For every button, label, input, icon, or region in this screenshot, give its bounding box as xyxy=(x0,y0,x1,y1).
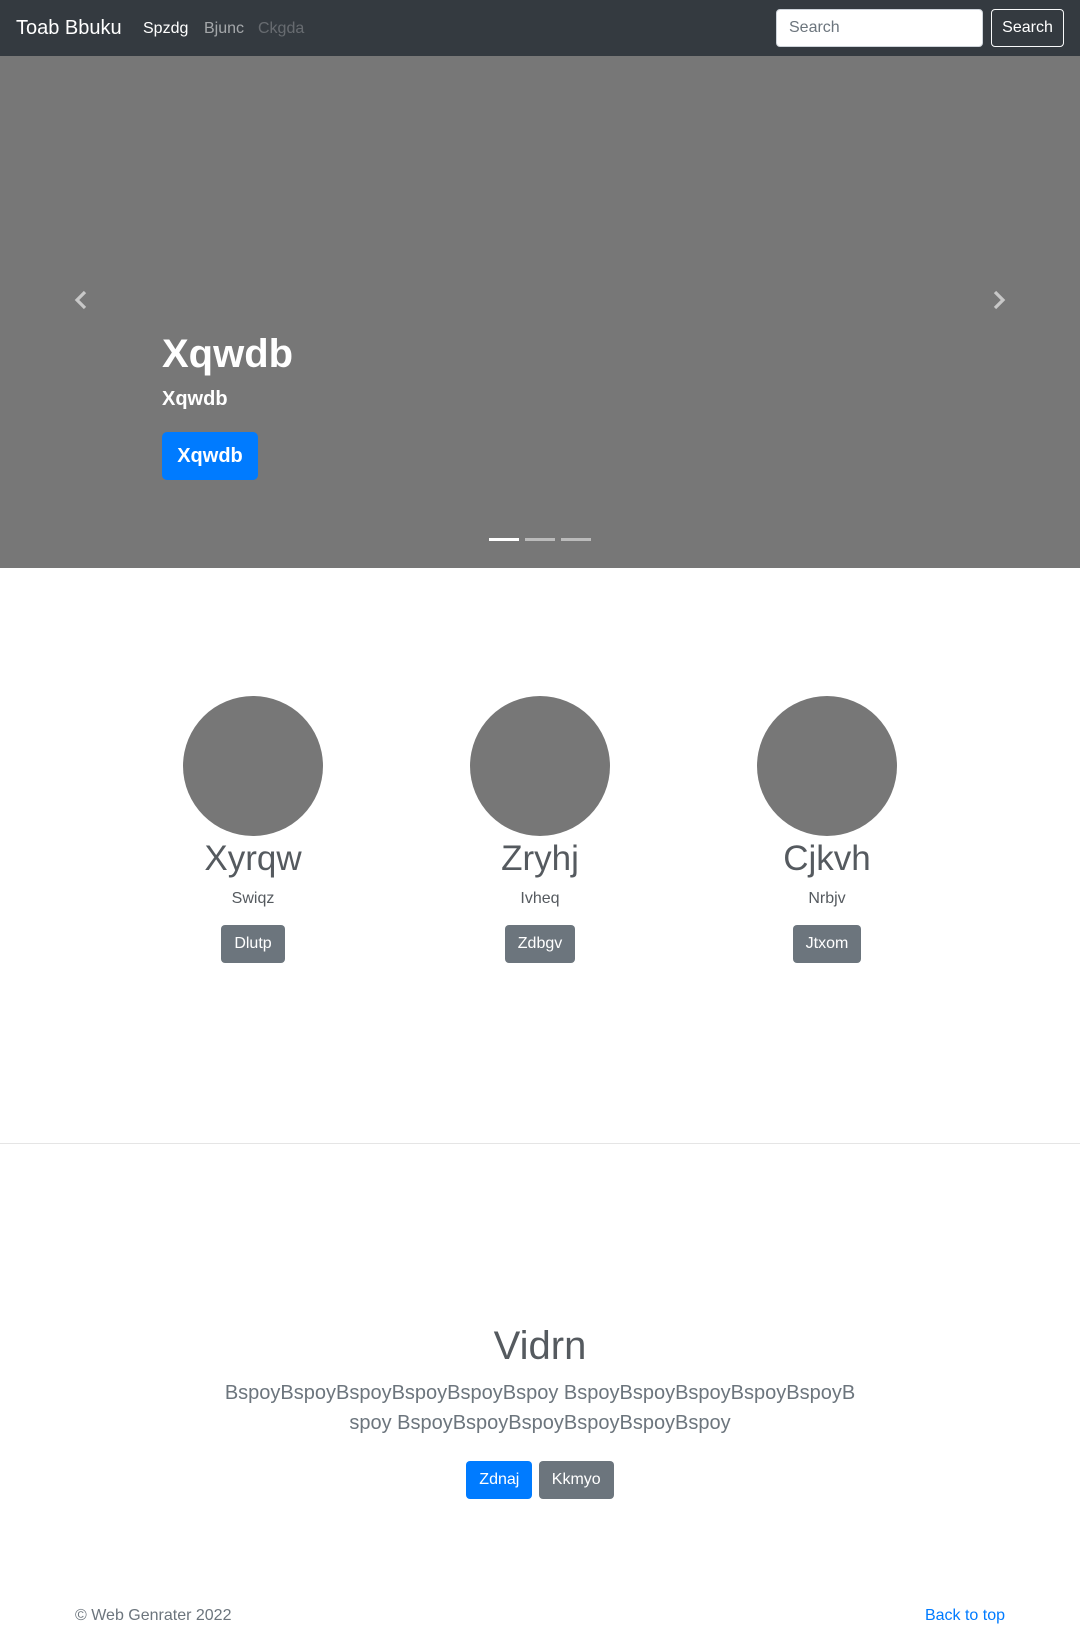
carousel-indicator-3[interactable] xyxy=(561,538,591,541)
feature-column: Cjkvh Nrbjv Jtxom xyxy=(727,696,927,963)
hero-carousel: Xqwdb Xqwdb Xqwdb xyxy=(0,56,1080,568)
feature-button[interactable]: Dlutp xyxy=(221,925,285,963)
feature-title: Xyrqw xyxy=(204,839,302,878)
nav-link-spzdg[interactable]: Spzdg xyxy=(143,18,188,40)
chevron-right-icon xyxy=(993,290,1006,310)
feature-text: Ivheq xyxy=(520,890,560,907)
navbar: Toab Bbuku Spzdg Bjunc Ckgda Search xyxy=(0,0,1080,56)
search-button[interactable]: Search xyxy=(991,9,1064,47)
placeholder-image xyxy=(757,696,897,836)
footer-copyright: © Web Genrater 2022 xyxy=(75,1607,232,1624)
feature-button[interactable]: Jtxom xyxy=(792,925,862,963)
carousel-caption-title: Xqwdb xyxy=(162,332,294,376)
jumbotron-primary-button[interactable]: Zdnaj xyxy=(466,1461,533,1499)
feature-text: Nrbjv xyxy=(808,890,846,907)
jumbotron-secondary-button[interactable]: Kkmyo xyxy=(538,1461,614,1499)
back-to-top-link[interactable]: Back to top xyxy=(925,1605,1005,1627)
carousel-next-button[interactable] xyxy=(986,288,1010,312)
feature-title: Cjkvh xyxy=(783,839,871,878)
feature-text: Swiqz xyxy=(231,890,275,907)
carousel-indicator-2[interactable] xyxy=(525,538,555,541)
chevron-left-icon xyxy=(74,290,87,310)
jumbotron-title: Vidrn xyxy=(493,1324,587,1368)
feature-title: Zryhj xyxy=(501,839,579,878)
nav-link-bjunc[interactable]: Bjunc xyxy=(204,18,244,40)
jumbotron-actions: Zdnaj Kkmyo xyxy=(0,1461,1080,1499)
carousel-caption-text: Xqwdb xyxy=(162,388,228,410)
placeholder-image xyxy=(183,696,323,836)
carousel-indicators xyxy=(489,538,591,542)
carousel-prev-button[interactable] xyxy=(70,288,94,312)
navbar-brand[interactable]: Toab Bbuku xyxy=(16,15,122,41)
search-input[interactable] xyxy=(776,9,983,47)
placeholder-image xyxy=(470,696,610,836)
section-divider xyxy=(0,1143,1080,1144)
nav-link-ckgda: Ckgda xyxy=(258,20,305,37)
feature-column: Xyrqw Swiqz Dlutp xyxy=(153,696,353,963)
carousel-caption-button[interactable]: Xqwdb xyxy=(162,432,258,480)
feature-column: Zryhj Ivheq Zdbgv xyxy=(440,696,640,963)
feature-button[interactable]: Zdbgv xyxy=(504,925,576,963)
jumbotron-lead-text: BspoyBspoyBspoyBspoyBspoyBspoy BspoyBspo… xyxy=(224,1382,856,1434)
carousel-indicator-1[interactable] xyxy=(489,538,519,541)
